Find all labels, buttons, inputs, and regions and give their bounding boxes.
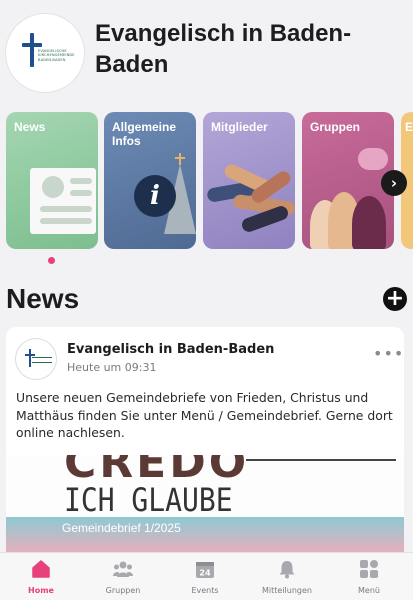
newspaper-icon <box>30 168 96 234</box>
category-card-mitglieder[interactable]: Mitglieder <box>203 112 295 249</box>
group-icon <box>113 561 133 577</box>
tab-home[interactable]: Home <box>0 557 82 599</box>
carousel-page-indicator <box>48 257 55 264</box>
spire-cross-bar <box>175 157 185 159</box>
category-label: News <box>14 120 46 134</box>
logo-cross-bar <box>22 43 42 47</box>
home-icon <box>32 560 50 578</box>
tab-label: Home <box>28 586 54 595</box>
header: EVANGELISCHE KIRCHENGEMEINDE BADEN-BADEN… <box>0 0 413 104</box>
tab-label: Menü <box>358 586 380 595</box>
bottom-tab-bar: Home Gruppen 24 Events Mitteilungen Menü <box>0 552 413 600</box>
tab-gruppen[interactable]: Gruppen <box>82 557 164 599</box>
tab-label: Mitteilungen <box>262 586 312 595</box>
post-timestamp: Heute um 09:31 <box>67 361 157 374</box>
calendar-day-text: 24 <box>199 569 211 578</box>
group-image <box>352 196 386 249</box>
tab-events[interactable]: 24 Events <box>164 557 246 599</box>
plus-icon: + <box>385 286 405 311</box>
post-image[interactable]: CREDO ICH GLAUBE Gemeindebrief 1/2025 <box>6 455 404 567</box>
news-post-card[interactable]: Evangelisch in Baden-Baden Heute um 09:3… <box>6 327 404 567</box>
app-screen: EVANGELISCHE KIRCHENGEMEINDE BADEN-BADEN… <box>0 0 413 600</box>
tab-menu[interactable]: Menü <box>328 557 410 599</box>
logo-text: EVANGELISCHE KIRCHENGEMEINDE BADEN-BADEN <box>38 49 75 62</box>
calendar-icon: 24 <box>196 562 214 578</box>
category-label: Gruppen <box>310 120 360 134</box>
newspaper-line <box>70 178 92 184</box>
category-card-infos[interactable]: Allgemeine Infos i <box>104 112 196 249</box>
section-heading-news: News <box>6 283 80 314</box>
bell-icon <box>279 561 295 579</box>
newspaper-photo <box>42 176 64 198</box>
newspaper-line <box>70 190 92 196</box>
tab-label: Gruppen <box>105 586 141 595</box>
carousel-next-button[interactable]: › <box>381 170 407 196</box>
category-label: E <box>405 120 413 134</box>
logo-cross-icon <box>30 33 34 67</box>
add-news-button[interactable]: + <box>383 287 407 311</box>
category-label: Allgemeine Infos <box>112 120 177 148</box>
page-title: Evangelisch in Baden-Baden <box>95 20 352 78</box>
post-text: Unsere neuen Gemeindebriefe von Frieden,… <box>16 390 393 440</box>
post-author[interactable]: Evangelisch in Baden-Baden <box>67 342 274 357</box>
category-label: Mitglieder <box>211 120 268 134</box>
church-logo[interactable]: EVANGELISCHE KIRCHENGEMEINDE BADEN-BADEN <box>6 14 84 92</box>
newspaper-line <box>40 206 92 212</box>
newspaper-line <box>40 218 92 224</box>
image-text-glaube: ICH GLAUBE <box>64 481 233 519</box>
more-options-icon[interactable]: ••• <box>373 346 404 362</box>
info-icon: i <box>134 175 176 217</box>
speech-bubble-icon <box>358 148 388 170</box>
tab-mitteilungen[interactable]: Mitteilungen <box>246 557 328 599</box>
spire-cross-icon <box>179 153 181 165</box>
image-text-gemeindebrief: Gemeindebrief 1/2025 <box>62 521 181 535</box>
chevron-right-icon: › <box>390 174 398 192</box>
avatar-cross-icon <box>29 349 31 367</box>
avatar-cross-bar <box>25 354 35 356</box>
tab-label: Events <box>191 586 219 595</box>
category-card-news[interactable]: News <box>6 112 98 249</box>
avatar-logo-text <box>32 357 52 363</box>
category-carousel[interactable]: News Allgemeine Infos i Mitglieder Grupp… <box>0 112 413 252</box>
avatar[interactable] <box>16 339 56 379</box>
grid-icon <box>360 560 378 578</box>
image-roof-outline <box>246 459 396 489</box>
